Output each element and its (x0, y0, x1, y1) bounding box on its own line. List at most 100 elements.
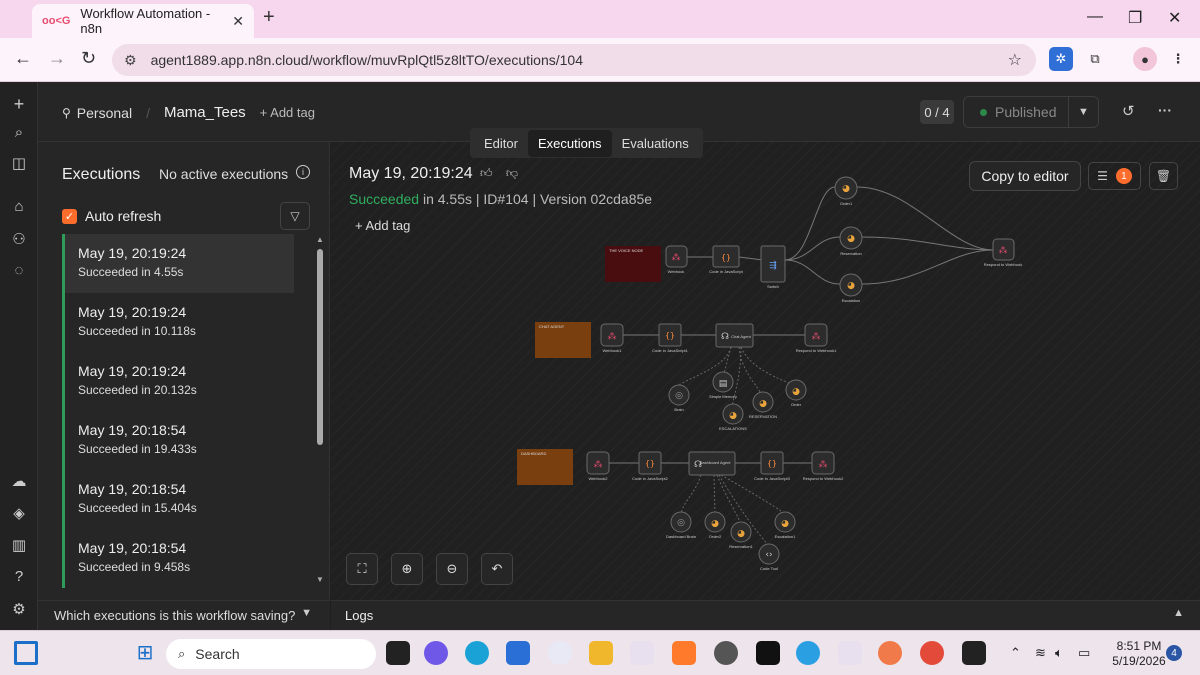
start-windows-icon[interactable]: ⊞ (133, 641, 157, 665)
delete-button[interactable]: 🗑︎ (1149, 162, 1178, 190)
app-icon[interactable] (756, 641, 780, 665)
extension-icon[interactable]: ✲ (1049, 47, 1073, 71)
tab-editor[interactable]: Editor (474, 130, 528, 157)
tab-evaluations[interactable]: Evaluations (612, 130, 699, 157)
zoom-in-button[interactable]: ⊕ (391, 553, 423, 585)
templates-icon[interactable]: ◈ (10, 504, 28, 522)
zoom-in-icon: ⊕ (401, 561, 413, 576)
node-label: Dashboard Brain (666, 534, 696, 539)
browser-menu-icon[interactable]: ⋮ (1166, 47, 1190, 71)
switch-icon: ⇶ (769, 260, 777, 271)
add-tag-button[interactable]: + Add tag (260, 105, 315, 120)
chevron-up-icon[interactable]: ⌃ (1010, 645, 1021, 661)
trash-icon: 🗑︎ (1155, 169, 1172, 183)
workflow-name[interactable]: Mama_Tees (164, 104, 246, 121)
forward-icon[interactable]: → (48, 48, 66, 69)
scrollbar[interactable]: ▲ ▼ (316, 235, 324, 585)
scroll-down-icon[interactable]: ▼ (316, 575, 324, 584)
executions-list: May 19, 20:19:24 Succeeded in 4.55s May … (62, 234, 294, 588)
app-icon[interactable] (386, 641, 410, 665)
taskbar-search[interactable]: ⌕ Search (166, 639, 376, 669)
bookmark-star-icon[interactable]: ☆ (1008, 50, 1022, 70)
close-window-icon[interactable]: ✕ (1168, 8, 1181, 28)
store-icon[interactable] (506, 641, 530, 665)
reload-icon[interactable]: ↻ (81, 48, 96, 69)
system-clock[interactable]: 8:51 PM 5/19/2026 (1112, 639, 1166, 669)
settings-gear-icon[interactable]: ⚙ (10, 600, 28, 618)
close-tab-icon[interactable]: ✕ (232, 13, 244, 30)
publish-label[interactable]: Published (995, 104, 1068, 120)
url-field[interactable]: ⚙ agent1889.app.n8n.cloud/workflow/muvRp… (112, 44, 1036, 76)
chrome-icon[interactable] (920, 641, 944, 665)
execution-item[interactable]: May 19, 20:19:24 Succeeded in 4.55s (62, 234, 294, 293)
app-icon[interactable] (424, 641, 448, 665)
battery-icon[interactable]: ▭ (1078, 645, 1090, 661)
execution-item[interactable]: May 19, 20:18:54 Succeeded in 9.458s (62, 529, 294, 588)
logs-bar[interactable]: Logs ▲ (331, 600, 1200, 630)
profile-avatar-icon[interactable]: ● (1133, 47, 1157, 71)
issues-button[interactable]: ☰ 1 (1088, 162, 1141, 190)
saving-question-bar[interactable]: Which executions is this workflow saving… (38, 600, 330, 630)
tab-executions[interactable]: Executions (527, 129, 612, 157)
minimize-icon[interactable]: — (1087, 8, 1103, 26)
chevron-up-icon[interactable]: ▲ (1173, 607, 1184, 619)
desktop-app-icon[interactable] (14, 641, 38, 665)
execution-item[interactable]: May 19, 20:19:24 Succeeded in 20.132s (62, 352, 294, 411)
history-icon[interactable]: ↺ (1122, 102, 1135, 120)
app-icon[interactable] (962, 641, 986, 665)
publish-dropdown[interactable]: Published ▼ (963, 96, 1099, 128)
workflow-canvas[interactable]: May 19, 20:19:24 👍︎ 👎︎ Succeeded in 4.55… (331, 142, 1200, 600)
scrollbar-thumb[interactable] (317, 249, 323, 445)
slack-icon[interactable] (630, 641, 654, 665)
execution-item[interactable]: May 19, 20:19:24 Succeeded in 10.118s (62, 293, 294, 352)
user-icon[interactable]: ⚇ (10, 230, 28, 248)
execution-status: Succeeded in 10.118s (78, 324, 196, 338)
scroll-up-icon[interactable]: ▲ (316, 235, 324, 244)
filter-button[interactable]: ▽ (280, 202, 310, 230)
chevron-down-icon[interactable]: ▼ (1068, 96, 1098, 128)
app-icon[interactable] (838, 641, 862, 665)
new-tab-icon[interactable]: + (263, 6, 275, 29)
help-icon[interactable]: ? (10, 568, 28, 585)
cloud-icon[interactable]: ☁ (10, 472, 28, 490)
edge-icon[interactable] (465, 641, 489, 665)
sheets-icon: ◕ (842, 184, 850, 194)
app-icon[interactable] (548, 641, 572, 665)
app-icon[interactable] (672, 641, 696, 665)
checkbox-checked-icon[interactable]: ✓ (62, 208, 77, 224)
telegram-icon[interactable] (796, 641, 820, 665)
notification-badge[interactable]: 4 (1166, 645, 1182, 661)
insights-icon[interactable]: ▥ (10, 536, 28, 554)
app-icon[interactable] (714, 641, 738, 665)
restore-icon[interactable]: ❐ (1128, 8, 1142, 28)
auto-refresh-checkbox[interactable]: ✓ Auto refresh (62, 208, 161, 224)
info-icon[interactable]: i (296, 165, 310, 179)
collapse-sidebar-icon[interactable]: ◫ (10, 154, 28, 172)
more-options-icon[interactable]: ··· (1158, 102, 1172, 118)
wifi-icon[interactable]: ≋ (1035, 645, 1046, 661)
execution-item[interactable]: May 19, 20:18:54 Succeeded in 15.404s (62, 470, 294, 529)
chevron-down-icon[interactable]: ▼ (301, 607, 312, 619)
back-icon[interactable]: ← (14, 48, 32, 69)
chat-icon[interactable]: ◌ (10, 262, 28, 279)
node-label: Simple Memory (709, 394, 737, 399)
add-icon[interactable]: + (10, 94, 28, 115)
code-tool-icon: ‹› (765, 550, 772, 560)
reset-zoom-button[interactable]: ↶ (481, 553, 513, 585)
extensions-puzzle-icon[interactable]: ⧉ (1083, 47, 1107, 71)
site-settings-icon[interactable]: ⚙ (124, 52, 137, 69)
app-icon[interactable] (878, 641, 902, 665)
browser-tab[interactable]: oo<G Workflow Automation - n8n ✕ (32, 4, 254, 38)
execution-item[interactable]: May 19, 20:18:54 Succeeded in 19.433s (62, 411, 294, 470)
fit-view-button[interactable]: ⛶ (346, 553, 378, 585)
volume-icon[interactable]: 🔈︎ (1055, 645, 1063, 661)
copy-to-editor-button[interactable]: Copy to editor (969, 161, 1081, 191)
home-icon[interactable]: ⌂ (10, 198, 28, 215)
zoom-out-button[interactable]: ⊖ (436, 553, 468, 585)
published-status-dot (980, 108, 987, 116)
file-explorer-icon[interactable] (589, 641, 613, 665)
project-link[interactable]: Personal (77, 105, 132, 121)
search-icon[interactable]: ⌕ (10, 124, 28, 141)
node-label: Webhook (668, 269, 685, 274)
code-icon: {} (665, 331, 675, 340)
